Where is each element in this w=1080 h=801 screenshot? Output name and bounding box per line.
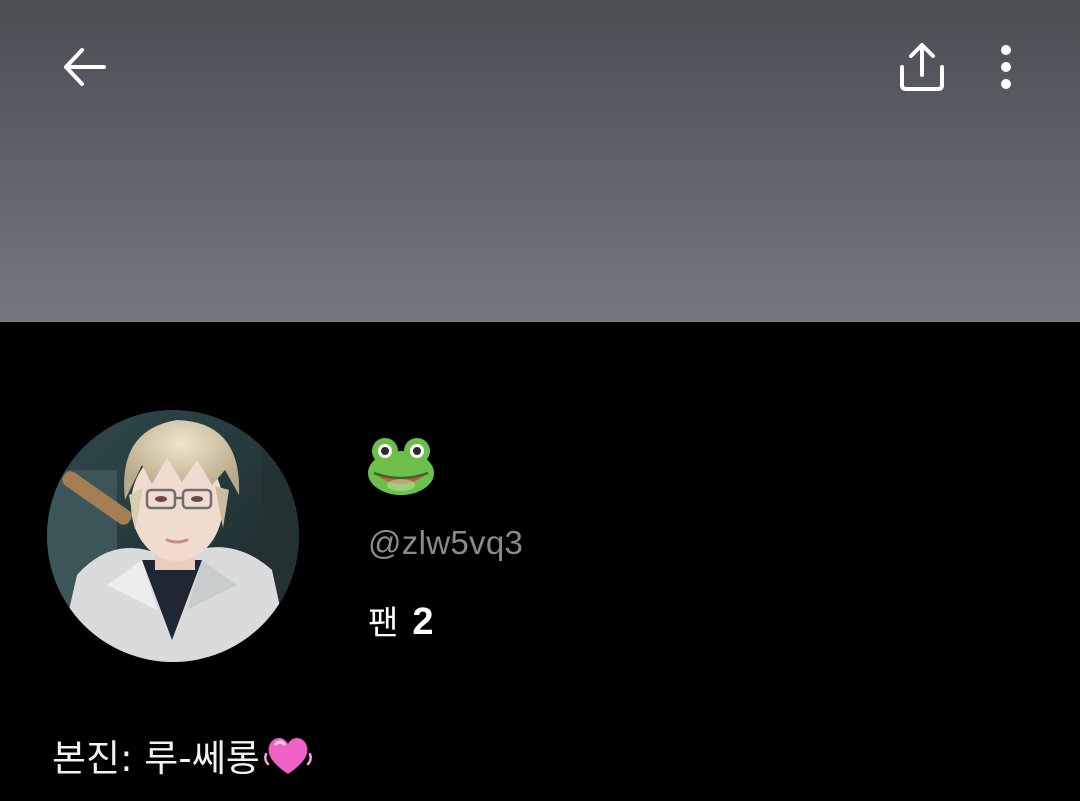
fans-number: 2 bbox=[412, 601, 434, 643]
fans-count[interactable]: 팬 2 bbox=[368, 596, 434, 644]
profile-bio: 본진: 루-쎄롱 bbox=[52, 728, 312, 782]
more-vertical-icon bbox=[1001, 45, 1011, 89]
share-icon bbox=[900, 43, 944, 91]
profile-page: @zlw5vq3 팬 2 본진: 루-쎄롱 bbox=[0, 0, 1080, 801]
more-options-button[interactable] bbox=[974, 35, 1038, 99]
frog-face-icon bbox=[368, 438, 434, 495]
fans-label: 팬 bbox=[368, 603, 399, 642]
back-arrow-icon bbox=[64, 48, 106, 86]
avatar[interactable] bbox=[47, 410, 299, 662]
share-button[interactable] bbox=[890, 35, 954, 99]
profile-name-emoji bbox=[366, 437, 436, 497]
avatar-image bbox=[47, 410, 299, 662]
back-button[interactable] bbox=[52, 35, 116, 99]
pink-heart-icon bbox=[263, 738, 312, 774]
bio-text: 본진: 루-쎄롱 bbox=[52, 737, 260, 780]
profile-handle: @zlw5vq3 bbox=[368, 524, 524, 561]
